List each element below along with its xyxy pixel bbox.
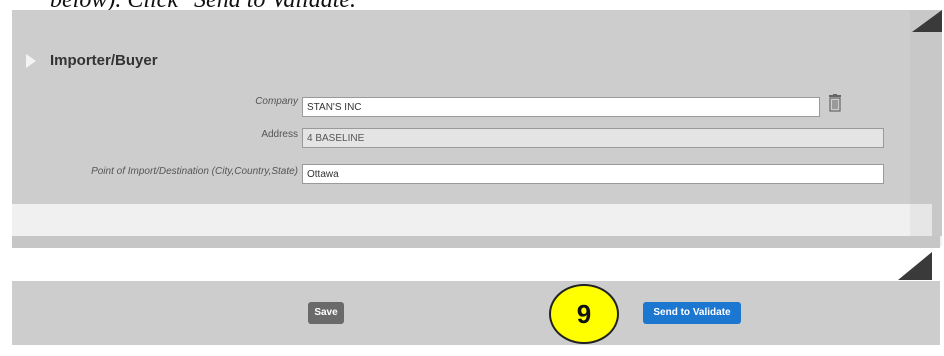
company-label: Company xyxy=(255,96,298,107)
right-strip-light xyxy=(910,204,932,236)
section-header[interactable]: Importer/Buyer xyxy=(26,52,158,69)
corner-fold-icon-lower xyxy=(898,252,932,280)
trash-icon[interactable] xyxy=(827,94,843,117)
section-title: Importer/Buyer xyxy=(50,52,158,69)
company-input[interactable]: STAN'S INC xyxy=(302,97,820,117)
corner-fold-icon xyxy=(912,10,942,32)
section-divider xyxy=(12,236,940,248)
send-to-validate-button[interactable]: Send to Validate xyxy=(643,302,741,324)
step-badge: 9 xyxy=(549,284,619,344)
save-button[interactable]: Save xyxy=(308,302,344,324)
expand-triangle-icon[interactable] xyxy=(26,53,36,68)
address-input: 4 BASELINE xyxy=(302,128,884,148)
right-scroll-strip xyxy=(910,10,942,236)
destination-input[interactable]: Ottawa xyxy=(302,164,884,184)
destination-label: Point of Import/Destination (City,Countr… xyxy=(91,166,298,177)
action-footer xyxy=(12,281,940,345)
address-label: Address xyxy=(261,129,298,140)
